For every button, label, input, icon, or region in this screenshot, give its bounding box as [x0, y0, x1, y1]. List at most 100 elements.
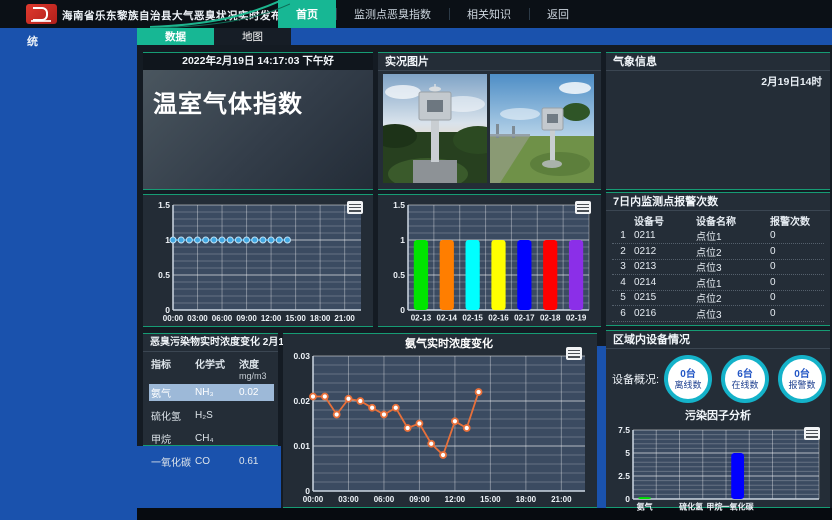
svg-text:21:00: 21:00: [551, 495, 572, 504]
stat-value: 0台: [794, 369, 810, 380]
chart-menu-icon[interactable]: [566, 347, 582, 360]
device-stat-circle: 0台离线数: [664, 355, 712, 403]
alarms-header-row: 设备号设备名称报警次数: [612, 213, 824, 229]
chart-svg-ghg_line: 00.511.500:0003:0006:0009:0012:0015:0018…: [143, 195, 373, 326]
alarm-cell: 5: [612, 292, 634, 303]
pollutant-name: 甲烷: [149, 431, 195, 446]
daily-index-bar-chart: 00.511.502-1302-1402-1502-1602-1702-1802…: [378, 194, 601, 327]
alarm-cell: 点位1: [696, 275, 770, 290]
chart-menu-icon[interactable]: [804, 427, 820, 440]
device-stat-circle: 6台在线数: [721, 355, 769, 403]
stat-value: 0台: [680, 369, 696, 380]
swoosh-decoration: [150, 0, 290, 28]
stat-label: 报警数: [788, 380, 815, 390]
pollutant-row[interactable]: 一氧化碳CO0.61: [149, 453, 274, 470]
svg-text:1: 1: [400, 235, 405, 245]
svg-text:03:00: 03:00: [187, 314, 208, 323]
alarm-row: 50215点位20: [612, 291, 824, 307]
alarm-row: 30213点位30: [612, 260, 824, 276]
svg-text:2.5: 2.5: [618, 471, 630, 481]
pollutant-formula: CO: [195, 456, 239, 467]
alarm-cell: 点位3: [696, 259, 770, 274]
alarm-cell: 0: [770, 277, 824, 288]
alarm-cell: 0: [770, 230, 824, 241]
pollutant-value: 0.02: [239, 387, 274, 398]
svg-text:02-13: 02-13: [411, 314, 432, 323]
device-stats: 0台离线数6台在线数0台报警数: [664, 355, 826, 403]
monitor-photo-2: [490, 74, 594, 183]
greeting-panel: 2022年2月19日 14:17:03 下午好 温室气体指数: [143, 52, 373, 190]
svg-text:00:00: 00:00: [303, 495, 324, 504]
stat-value: 6台: [737, 369, 753, 380]
chart-svg-daily_bars: 00.511.502-1302-1402-1502-1602-1702-1802…: [378, 195, 601, 326]
page-title: 温室气体指数: [153, 84, 363, 119]
svg-text:02-17: 02-17: [514, 314, 535, 323]
stat-label: 在线数: [731, 380, 758, 390]
svg-text:0.02: 0.02: [293, 396, 310, 406]
stat-label: 离线数: [674, 380, 701, 390]
nav-item[interactable]: 返回: [529, 0, 587, 28]
pollutant-row[interactable]: 氨气NH₃0.02: [149, 384, 274, 401]
weather-timestamp: 2月19日14时: [606, 71, 830, 89]
monitor-photo-1: [383, 74, 487, 183]
dashboard: 海南省乐东黎族自治县大气恶臭状况实时发布系 首页监测点恶臭指数相关知识返回 统 …: [0, 0, 832, 520]
svg-text:06:00: 06:00: [374, 495, 395, 504]
alarm-cell: 0: [770, 261, 824, 272]
pollutant-formula: H₂S: [195, 410, 239, 421]
svg-text:0.5: 0.5: [158, 270, 170, 280]
col-header: 化学式: [195, 356, 239, 371]
alarm-row: 20212点位20: [612, 244, 824, 260]
alarm-cell: 0216: [634, 308, 696, 319]
svg-text:02-16: 02-16: [488, 314, 509, 323]
alarm-cell: 点位1: [696, 228, 770, 243]
alarms-col-header: 报警次数: [770, 213, 824, 228]
alarm-cell: 0213: [634, 261, 696, 272]
pollutant-row[interactable]: 甲烷CH₄: [149, 430, 274, 447]
nav-item[interactable]: 监测点恶臭指数: [336, 0, 449, 28]
chart-svg-nh3_line: 00.010.020.0300:0003:0006:0009:0012:0015…: [283, 334, 597, 507]
chart-menu-icon[interactable]: [347, 201, 363, 214]
devices-panel: 区域内设备情况 设备概况: 0台离线数6台在线数0台报警数 污染因子分析 02.…: [606, 330, 830, 508]
tab-idle[interactable]: 地图: [214, 28, 291, 45]
alarm-cell: 0211: [634, 230, 696, 241]
alarm-cell: 0: [770, 246, 824, 257]
alarm-row: 10211点位10: [612, 229, 824, 245]
svg-text:7.5: 7.5: [618, 425, 630, 435]
svg-text:氨气: 氨气: [637, 502, 653, 512]
unit-label: mg/m3: [239, 371, 274, 381]
alarm-cell: 0214: [634, 277, 696, 288]
svg-text:02-14: 02-14: [437, 314, 458, 323]
svg-text:一氧化碳: 一氧化碳: [722, 502, 755, 512]
svg-text:12:00: 12:00: [261, 314, 282, 323]
svg-text:09:00: 09:00: [236, 314, 257, 323]
alarms-panel: 7日内监测点报警次数 设备号设备名称报警次数10211点位1020212点位20…: [606, 192, 830, 326]
svg-text:12:00: 12:00: [445, 495, 466, 504]
svg-text:1.5: 1.5: [158, 200, 170, 210]
svg-text:18:00: 18:00: [516, 495, 537, 504]
tab-active[interactable]: 数据: [137, 28, 214, 45]
svg-text:02-15: 02-15: [462, 314, 483, 323]
svg-text:06:00: 06:00: [212, 314, 233, 323]
nav-item[interactable]: 相关知识: [449, 0, 529, 28]
svg-text:18:00: 18:00: [310, 314, 331, 323]
chart-menu-icon[interactable]: [575, 201, 591, 214]
alarm-cell: 1: [612, 230, 634, 241]
pollutant-row[interactable]: 硫化氢H₂S: [149, 407, 274, 424]
svg-text:09:00: 09:00: [409, 495, 430, 504]
pollutant-value: 0.61: [239, 456, 274, 467]
svg-text:02-18: 02-18: [540, 314, 561, 323]
svg-text:氨气实时浓度变化: 氨气实时浓度变化: [405, 336, 493, 350]
device-stat-circle: 0台报警数: [778, 355, 826, 403]
svg-text:15:00: 15:00: [285, 314, 306, 323]
pollutants-header-row: 指标化学式浓度mg/m3: [149, 356, 274, 381]
alarm-cell: 点位2: [696, 244, 770, 259]
alarms-table: 设备号设备名称报警次数10211点位1020212点位2030213点位3040…: [606, 211, 830, 324]
factor-analysis-title: 污染因子分析: [606, 407, 830, 423]
tab-row: 数据地图: [137, 28, 832, 45]
svg-text:甲烷: 甲烷: [706, 502, 722, 512]
svg-text:02-19: 02-19: [566, 314, 587, 323]
alarm-cell: 4: [612, 277, 634, 288]
factor-analysis-chart: 02.557.5氨气硫化氢甲烷一氧化碳: [609, 424, 827, 512]
alarm-cell: 6: [612, 308, 634, 319]
alarm-cell: 0215: [634, 292, 696, 303]
